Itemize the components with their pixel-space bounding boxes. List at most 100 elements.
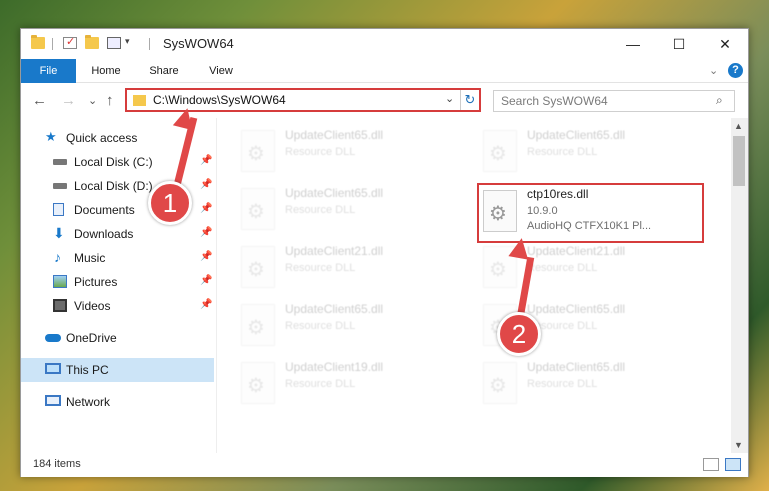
details-view-icon[interactable] bbox=[703, 458, 719, 471]
back-button[interactable]: ← bbox=[32, 92, 47, 109]
documents-icon bbox=[53, 203, 64, 216]
file-item[interactable]: UpdateClient65.dll Resource DLL bbox=[475, 126, 695, 186]
item-count: 184 items bbox=[33, 458, 81, 470]
file-item[interactable]: UpdateClient21.dll Resource DLL bbox=[233, 242, 453, 302]
tab-share[interactable]: Share bbox=[139, 59, 189, 83]
file-item[interactable]: UpdateClient21.dll Resource DLL bbox=[475, 242, 695, 302]
maximize-button[interactable]: ☐ bbox=[656, 29, 702, 59]
sidebar-item-label: Quick access bbox=[66, 131, 138, 145]
sidebar-item-label: Local Disk (C:) bbox=[74, 155, 153, 169]
downloads-icon: ⬇ bbox=[53, 225, 65, 241]
vertical-scrollbar[interactable]: ▲ ▼ bbox=[731, 118, 748, 453]
pin-icon[interactable]: 📌 bbox=[200, 203, 212, 214]
quick-access-dropdown-icon[interactable]: ▾ bbox=[125, 36, 130, 47]
file-description: Resource DLL bbox=[285, 378, 356, 390]
file-item[interactable]: UpdateClient19.dll Resource DLL bbox=[233, 358, 453, 418]
new-folder-icon[interactable] bbox=[85, 35, 99, 49]
navigation-pane: ★ Quick access Local Disk (C:) 📌 Local D… bbox=[21, 118, 217, 453]
sidebar-item-music[interactable]: ♪ Music 📌 bbox=[21, 246, 214, 270]
help-icon[interactable]: ? bbox=[728, 63, 743, 78]
scroll-thumb[interactable] bbox=[733, 136, 745, 186]
dll-file-icon bbox=[241, 188, 275, 230]
sidebar-item-downloads[interactable]: ⬇ Downloads 📌 bbox=[21, 222, 214, 246]
file-name: UpdateClient65.dll bbox=[527, 302, 626, 316]
pin-icon[interactable]: 📌 bbox=[200, 179, 212, 190]
refresh-icon[interactable]: ↻ bbox=[460, 90, 479, 110]
tab-file[interactable]: File bbox=[21, 59, 76, 83]
file-list: UpdateClient65.dll Resource DLL UpdateCl… bbox=[219, 118, 731, 453]
music-icon: ♪ bbox=[54, 249, 61, 265]
pin-icon[interactable]: 📌 bbox=[200, 155, 212, 166]
pictures-icon bbox=[53, 275, 67, 288]
title-bar: ▾ SysWOW64 — ☐ ✕ bbox=[21, 29, 748, 59]
up-button[interactable]: ↑ bbox=[106, 92, 114, 109]
file-description: Resource DLL bbox=[285, 204, 356, 216]
onedrive-icon bbox=[45, 334, 61, 342]
videos-icon bbox=[53, 299, 67, 312]
callout-badge-2: 2 bbox=[497, 312, 541, 356]
file-item[interactable]: UpdateClient65.dll Resource DLL bbox=[233, 300, 453, 360]
sidebar-item-label: Documents bbox=[74, 203, 135, 217]
file-description: Resource DLL bbox=[285, 320, 356, 332]
divider bbox=[52, 38, 53, 50]
sidebar-item-label: Local Disk (D:) bbox=[74, 179, 153, 193]
search-input[interactable]: Search SysWOW64 ⌕ bbox=[493, 90, 735, 112]
forward-button[interactable]: → bbox=[61, 92, 76, 109]
search-icon[interactable]: ⌕ bbox=[716, 93, 723, 108]
dll-file-icon bbox=[241, 362, 275, 404]
pin-icon[interactable]: 📌 bbox=[200, 227, 212, 238]
file-name: ctp10res.dll bbox=[527, 187, 589, 201]
search-placeholder: Search SysWOW64 bbox=[501, 94, 608, 108]
file-description: AudioHQ CTFX10K1 Pl... bbox=[527, 220, 652, 232]
pin-icon[interactable]: 📌 bbox=[200, 275, 212, 286]
properties-icon[interactable] bbox=[63, 35, 77, 49]
sidebar-item-label: Pictures bbox=[74, 275, 118, 289]
customize-toolbar-icon[interactable] bbox=[107, 37, 121, 49]
callout-arrowhead bbox=[508, 236, 532, 260]
pin-icon[interactable]: 📌 bbox=[200, 299, 212, 310]
sidebar-item-network[interactable]: Network bbox=[21, 390, 214, 414]
file-item[interactable]: UpdateClient65.dll Resource DLL bbox=[233, 184, 453, 244]
ribbon-tabs: File Home Share View ⌄ ? bbox=[21, 59, 748, 83]
file-item[interactable]: UpdateClient65.dll Resource DLL bbox=[233, 126, 453, 186]
file-version: 10.9.0 bbox=[527, 205, 558, 217]
file-item-ctp10res[interactable]: ctp10res.dll 10.9.0 AudioHQ CTFX10K1 Pl.… bbox=[477, 183, 704, 243]
sidebar-item-label: Network bbox=[66, 395, 111, 409]
tab-home[interactable]: Home bbox=[81, 59, 131, 83]
dll-file-icon bbox=[483, 130, 517, 172]
ribbon-collapse-icon[interactable]: ⌄ bbox=[709, 64, 718, 77]
file-name: UpdateClient21.dll bbox=[285, 244, 384, 258]
tab-view[interactable]: View bbox=[196, 59, 246, 83]
file-name: UpdateClient19.dll bbox=[285, 360, 384, 374]
file-description: Resource DLL bbox=[285, 262, 356, 274]
address-path[interactable]: C:\Windows\SysWOW64 bbox=[153, 93, 286, 107]
network-icon bbox=[45, 395, 61, 406]
pin-icon[interactable]: 📌 bbox=[200, 251, 212, 262]
address-dropdown-icon[interactable]: ⌄ bbox=[445, 92, 454, 105]
sidebar-item-this-pc[interactable]: This PC bbox=[21, 358, 214, 382]
scroll-down-icon[interactable]: ▼ bbox=[734, 440, 743, 450]
sidebar-item-videos[interactable]: Videos 📌 bbox=[21, 294, 214, 318]
dll-file-icon bbox=[483, 362, 517, 404]
file-description: Resource DLL bbox=[285, 146, 356, 158]
file-item[interactable]: UpdateClient65.dll Resource DLL bbox=[475, 358, 695, 418]
recent-locations-button[interactable]: ⌄ bbox=[88, 94, 97, 107]
folder-icon bbox=[31, 35, 45, 49]
close-button[interactable]: ✕ bbox=[702, 29, 748, 59]
computer-icon bbox=[45, 363, 61, 374]
large-icons-view-icon[interactable] bbox=[725, 458, 741, 471]
window-title: SysWOW64 bbox=[163, 36, 234, 51]
file-name: UpdateClient65.dll bbox=[285, 302, 384, 316]
divider bbox=[149, 38, 150, 50]
minimize-button[interactable]: — bbox=[610, 29, 656, 59]
sidebar-item-label: OneDrive bbox=[66, 331, 117, 345]
status-bar: 184 items bbox=[21, 453, 748, 477]
sidebar-item-pictures[interactable]: Pictures 📌 bbox=[21, 270, 214, 294]
dll-file-icon bbox=[241, 246, 275, 288]
sidebar-item-onedrive[interactable]: OneDrive bbox=[21, 326, 214, 350]
drive-icon bbox=[53, 183, 67, 189]
star-icon: ★ bbox=[45, 129, 57, 144]
folder-icon bbox=[133, 95, 146, 106]
file-description: Resource DLL bbox=[527, 378, 598, 390]
scroll-up-icon[interactable]: ▲ bbox=[734, 121, 743, 131]
